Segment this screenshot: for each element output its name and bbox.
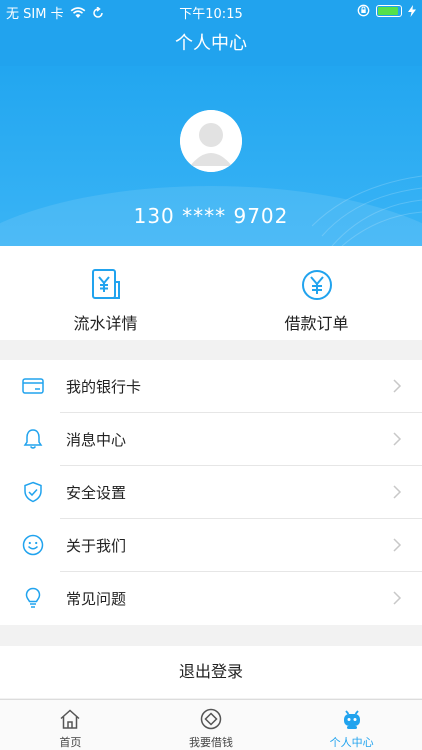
- menu-item-messages[interactable]: 消息中心: [0, 413, 422, 466]
- menu-item-security[interactable]: 安全设置: [0, 466, 422, 519]
- tab-label: 首页: [59, 736, 82, 749]
- shield-icon: [24, 481, 42, 503]
- bank-card-icon: [22, 378, 44, 394]
- tab-home[interactable]: 首页: [0, 700, 141, 750]
- chevron-right-icon: [393, 538, 402, 552]
- menu-item-bank-card[interactable]: 我的银行卡: [0, 360, 422, 413]
- phone-number: 130 **** 9702: [133, 204, 289, 228]
- menu-item-faq[interactable]: 常见问题: [0, 572, 422, 625]
- quick-action-label: 借款订单: [284, 314, 349, 333]
- tab-label: 个人中心: [329, 736, 374, 749]
- profile-header: 130 **** 9702: [0, 66, 422, 246]
- chevron-right-icon: [393, 379, 402, 393]
- logout-button[interactable]: 退出登录: [0, 646, 422, 698]
- menu-item-label: 消息中心: [66, 431, 127, 449]
- tab-borrow[interactable]: 我要借钱: [141, 700, 282, 750]
- charging-icon: [408, 4, 416, 17]
- quick-action-transactions[interactable]: 流水详情: [0, 246, 211, 340]
- menu-item-label: 我的银行卡: [66, 378, 142, 396]
- avatar[interactable]: [180, 110, 242, 172]
- quick-actions: 流水详情 借款订单: [0, 246, 422, 340]
- user-avatar-icon: [180, 110, 242, 172]
- chevron-right-icon: [393, 432, 402, 446]
- bell-icon: [23, 429, 43, 449]
- battery-icon: [376, 4, 402, 17]
- page-title: 个人中心: [175, 33, 247, 54]
- tab-profile[interactable]: 个人中心: [281, 700, 422, 750]
- chevron-right-icon: [393, 485, 402, 499]
- menu-item-about[interactable]: 关于我们: [0, 519, 422, 572]
- nav-bar: 个人中心: [0, 22, 422, 66]
- tab-bar: 首页 我要借钱 个人中心: [0, 699, 422, 750]
- receipt-yen-icon: [91, 269, 120, 299]
- chevron-right-icon: [393, 591, 402, 605]
- wave-decoration: [312, 175, 422, 246]
- tab-label: 我要借钱: [189, 736, 233, 749]
- quick-action-loan-orders[interactable]: 借款订单: [211, 246, 422, 340]
- smiley-icon: [22, 534, 44, 556]
- yen-circle-icon: [301, 270, 332, 300]
- status-bar: 无 SIM 卡 下午10:15: [0, 0, 422, 22]
- user-robot-icon: [343, 710, 360, 729]
- quick-action-label: 流水详情: [73, 314, 138, 333]
- lightbulb-icon: [25, 587, 41, 608]
- menu-item-label: 安全设置: [66, 484, 127, 502]
- menu-item-label: 常见问题: [66, 590, 127, 608]
- yen-coin-icon: [200, 708, 222, 730]
- settings-menu: 我的银行卡 消息中心 安全设置 关于我们 常见问题: [0, 360, 422, 625]
- rotation-lock-icon: [357, 4, 370, 17]
- menu-item-label: 关于我们: [66, 537, 127, 555]
- home-icon: [60, 709, 80, 729]
